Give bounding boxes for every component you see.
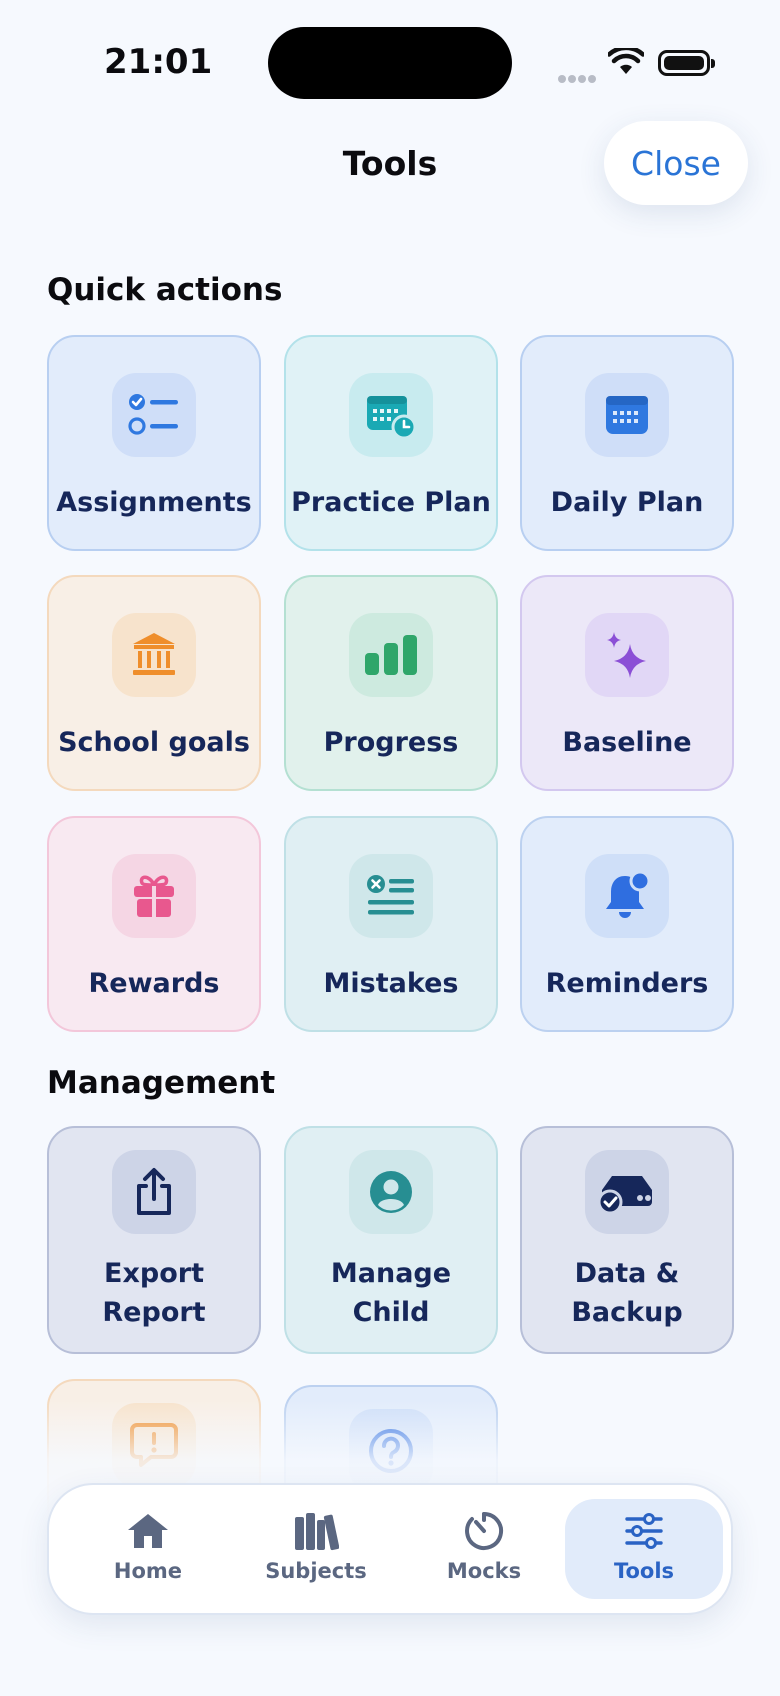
- tile-label: Rewards: [88, 968, 220, 999]
- tab-bar: Home Subjects Mocks Tools: [47, 1483, 733, 1615]
- person-circle-icon: [349, 1150, 433, 1234]
- dynamic-island: [268, 27, 512, 99]
- tile-label: Progress: [323, 727, 459, 758]
- calendar-clock-icon: [349, 373, 433, 457]
- bar-chart-icon: [349, 613, 433, 697]
- tab-label: Home: [113, 1559, 183, 1583]
- close-button[interactable]: Close: [604, 121, 748, 205]
- status-time: 21:01: [104, 42, 213, 82]
- tile-label: Mistakes: [323, 968, 459, 999]
- tile-label: Daily Plan: [550, 487, 704, 518]
- tile-data-backup[interactable]: Data & Backup: [520, 1126, 734, 1354]
- tab-subjects[interactable]: Subjects: [237, 1499, 395, 1599]
- checklist-icon: [112, 373, 196, 457]
- tile-label: Baseline: [562, 727, 692, 758]
- tile-school-goals[interactable]: School goals: [47, 575, 261, 791]
- house-icon: [126, 1509, 170, 1553]
- books-icon: [293, 1509, 339, 1553]
- tile-label: Export Report: [102, 1258, 206, 1328]
- sliders-icon: [624, 1509, 664, 1553]
- tile-reminders[interactable]: Reminders: [520, 816, 734, 1032]
- tile-progress[interactable]: Progress: [284, 575, 498, 791]
- drive-check-icon: [585, 1150, 669, 1234]
- tile-label: Assignments: [56, 487, 252, 518]
- battery-icon: [658, 50, 715, 76]
- cellular-signal-icon: [558, 68, 598, 83]
- tile-label: Manage Child: [330, 1258, 452, 1328]
- calendar-icon: [585, 373, 669, 457]
- share-icon: [112, 1150, 196, 1234]
- tile-baseline[interactable]: Baseline: [520, 575, 734, 791]
- tile-manage-child[interactable]: Manage Child: [284, 1126, 498, 1354]
- tab-tools[interactable]: Tools: [565, 1499, 723, 1599]
- tile-daily-plan[interactable]: Daily Plan: [520, 335, 734, 551]
- tile-rewards[interactable]: Rewards: [47, 816, 261, 1032]
- tab-home[interactable]: Home: [69, 1499, 227, 1599]
- tab-mocks[interactable]: Mocks: [405, 1499, 563, 1599]
- timer-icon: [464, 1509, 504, 1553]
- building-columns-icon: [112, 613, 196, 697]
- tile-practice-plan[interactable]: Practice Plan: [284, 335, 498, 551]
- tile-assignments[interactable]: Assignments: [47, 335, 261, 551]
- tile-label: Data & Backup: [571, 1258, 683, 1328]
- tab-label: Subjects: [265, 1559, 367, 1583]
- sparkles-icon: [585, 613, 669, 697]
- section-title-management: Management: [47, 1065, 276, 1101]
- tile-label: Reminders: [545, 968, 709, 999]
- list-x-icon: [349, 854, 433, 938]
- tab-label: Tools: [613, 1559, 675, 1583]
- bell-badge-icon: [585, 854, 669, 938]
- wifi-icon: [608, 48, 644, 74]
- tile-label: Practice Plan: [291, 487, 491, 518]
- tile-mistakes[interactable]: Mistakes: [284, 816, 498, 1032]
- tile-label: School goals: [58, 727, 250, 758]
- tile-export-report[interactable]: Export Report: [47, 1126, 261, 1354]
- gift-icon: [112, 854, 196, 938]
- tab-label: Mocks: [446, 1559, 522, 1583]
- section-title-quick-actions: Quick actions: [47, 272, 283, 308]
